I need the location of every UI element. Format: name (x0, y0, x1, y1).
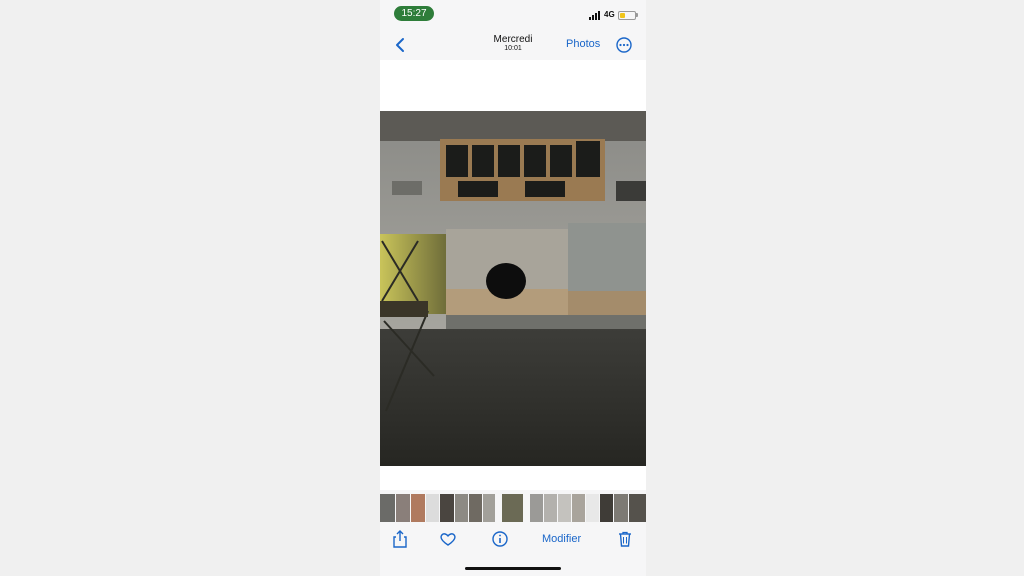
trash-icon[interactable] (616, 530, 634, 548)
phone-screen: 15:27 4G Mercredi 10:01 Photos Modifier (380, 0, 646, 576)
info-icon[interactable] (491, 530, 509, 548)
bakery-counter-photo[interactable] (380, 111, 646, 466)
edit-button[interactable]: Modifier (542, 533, 581, 545)
bottom-toolbar (380, 526, 646, 556)
signal-icon (589, 11, 600, 20)
battery-icon (618, 11, 636, 20)
thumbnail[interactable] (572, 494, 585, 522)
network-type: 4G (604, 10, 615, 19)
thumbnail[interactable] (396, 494, 410, 522)
thumbnail[interactable] (440, 494, 454, 522)
thumbnail[interactable] (483, 494, 495, 522)
back-chevron-icon[interactable] (392, 36, 408, 54)
thumbnail[interactable] (586, 494, 599, 522)
page-title: Mercredi (493, 34, 533, 45)
more-options-icon[interactable] (616, 37, 632, 53)
battery-nub (636, 13, 638, 17)
thumbnail[interactable] (380, 494, 395, 522)
thumbnail[interactable] (629, 494, 646, 522)
thumbnail[interactable] (411, 494, 425, 522)
thumbnail[interactable] (455, 494, 468, 522)
page-subtitle: 10:01 (504, 45, 522, 52)
thumbnail[interactable] (558, 494, 571, 522)
thumbnail-strip[interactable] (380, 494, 646, 522)
thumbnail[interactable] (426, 494, 439, 522)
favorite-heart-icon[interactable] (439, 530, 457, 548)
thumbnail[interactable] (544, 494, 557, 522)
thumbnail[interactable] (614, 494, 628, 522)
thumbnail-selected[interactable] (502, 494, 523, 522)
share-icon[interactable] (391, 530, 409, 548)
thumbnail[interactable] (600, 494, 613, 522)
photos-link[interactable]: Photos (566, 38, 600, 50)
thumbnail[interactable] (469, 494, 482, 522)
status-time: 15:27 (394, 6, 434, 21)
home-indicator[interactable] (465, 567, 561, 570)
thumbnail[interactable] (530, 494, 543, 522)
battery-level (620, 13, 625, 18)
